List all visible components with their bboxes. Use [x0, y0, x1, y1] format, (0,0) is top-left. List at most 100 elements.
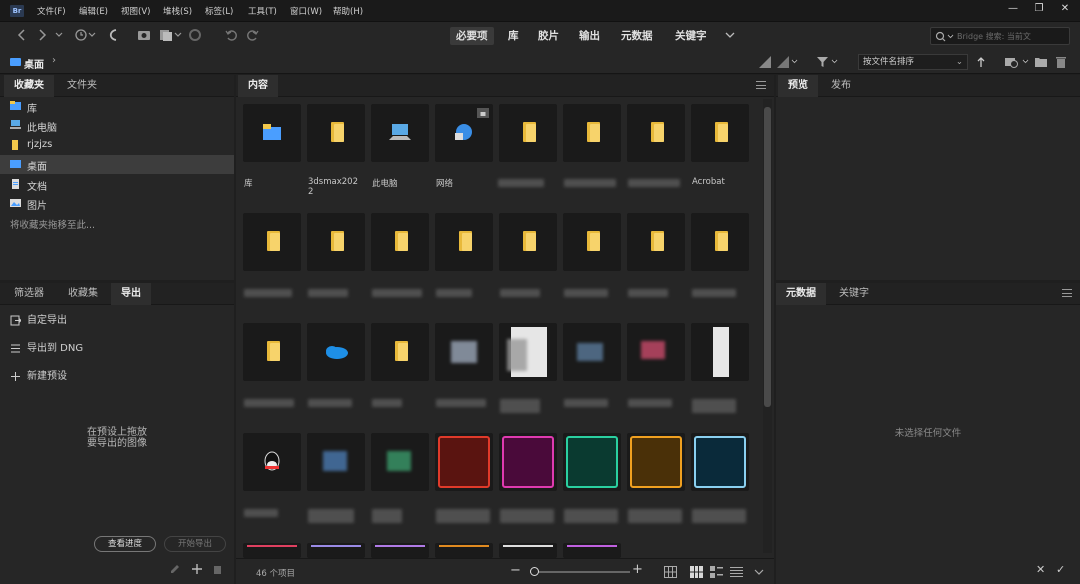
tab-export[interactable]: 导出	[111, 283, 151, 305]
photo-downloader-icon[interactable]	[188, 28, 202, 42]
tab-keywords[interactable]: 关键字	[829, 283, 879, 305]
thumbnail-partial[interactable]	[307, 543, 365, 558]
tab-collections[interactable]: 收藏集	[58, 283, 108, 305]
tab-folders[interactable]: 文件夹	[57, 75, 107, 97]
start-export-button[interactable]: 开始导出	[164, 536, 226, 552]
thumbnail-folder[interactable]	[627, 213, 685, 271]
details-view-icon[interactable]	[710, 566, 723, 578]
thumbnail-folder[interactable]	[307, 213, 365, 271]
workspace-metadata[interactable]: 元数据	[615, 27, 659, 45]
thumbnail-document[interactable]	[691, 323, 749, 381]
thumbnail-app[interactable]	[435, 433, 493, 491]
thumbnail-folder[interactable]	[499, 104, 557, 162]
favorite-item-library[interactable]: 库	[0, 97, 234, 116]
camera-download-icon[interactable]	[136, 28, 152, 42]
thumbnail-folder[interactable]	[627, 104, 685, 162]
favorite-item-pictures[interactable]: 图片	[0, 194, 234, 213]
thumbnail-partial[interactable]	[371, 543, 429, 558]
chevron-down-icon[interactable]	[54, 28, 64, 42]
tab-publish[interactable]: 发布	[821, 75, 861, 97]
history-icon[interactable]	[74, 28, 96, 42]
menu-window[interactable]: 窗口(W)	[290, 5, 322, 17]
back-arrow-icon[interactable]	[16, 28, 28, 42]
thumbnail-network[interactable]	[435, 104, 493, 162]
thumbnail-app[interactable]	[499, 433, 557, 491]
thumbnail-view-icon[interactable]	[690, 566, 703, 578]
sort-ascending-icon[interactable]	[976, 55, 986, 69]
forward-arrow-icon[interactable]	[36, 28, 48, 42]
thumbnail-image[interactable]	[435, 323, 493, 381]
thumbnail-partial[interactable]	[243, 543, 301, 558]
thumbnail-app[interactable]	[627, 433, 685, 491]
menu-label[interactable]: 标签(L)	[205, 5, 233, 17]
close-window-button[interactable]: ✕	[1052, 0, 1078, 18]
rotate-left-icon[interactable]	[224, 28, 238, 42]
add-icon[interactable]	[192, 564, 202, 574]
restore-button[interactable]: ❐	[1026, 0, 1052, 18]
thumbnail-this-pc[interactable]	[371, 104, 429, 162]
thumbnail-folder[interactable]	[563, 213, 621, 271]
boomerang-icon[interactable]	[106, 28, 120, 42]
workspace-libraries[interactable]: 库	[502, 27, 525, 45]
thumbnail-folder[interactable]	[435, 213, 493, 271]
new-folder-icon[interactable]	[1034, 55, 1048, 69]
thumbnail-folder[interactable]	[243, 323, 301, 381]
thumbnail-partial[interactable]	[499, 543, 557, 558]
breadcrumb[interactable]: 桌面	[24, 56, 44, 71]
tab-filter[interactable]: 筛选器	[4, 283, 54, 305]
thumbnail-image[interactable]	[563, 323, 621, 381]
thumbnail-app[interactable]	[307, 433, 365, 491]
zoom-slider[interactable]	[530, 567, 630, 576]
menu-tools[interactable]: 工具(T)	[248, 5, 277, 17]
thumbnail-folder[interactable]	[307, 104, 365, 162]
list-view-icon[interactable]	[730, 566, 743, 578]
favorite-item-documents[interactable]: 文档	[0, 175, 234, 194]
content-scrollbar[interactable]	[763, 99, 772, 553]
favorite-item-this-pc[interactable]: 此电脑	[0, 116, 234, 135]
menu-stack[interactable]: 堆栈(S)	[163, 5, 192, 17]
thumbnail-folder[interactable]	[691, 213, 749, 271]
rotate-right-icon[interactable]	[246, 28, 260, 42]
tab-preview[interactable]: 预览	[778, 75, 818, 97]
recent-files-icon[interactable]	[1004, 55, 1030, 69]
panel-menu-icon[interactable]	[1062, 289, 1072, 297]
chevron-down-icon[interactable]	[754, 567, 764, 577]
favorite-item-rjzjzs[interactable]: rjzjzs	[0, 136, 234, 155]
thumbnail-partial[interactable]	[563, 543, 621, 558]
zoom-out-icon[interactable]: −	[510, 563, 521, 578]
thumbnail-app[interactable]	[563, 433, 621, 491]
scrollbar-thumb[interactable]	[764, 107, 771, 407]
breadcrumb-chevron-icon[interactable]: ›	[52, 55, 56, 66]
favorite-item-desktop[interactable]: 桌面	[0, 155, 234, 174]
thumbnail-folder[interactable]	[499, 213, 557, 271]
workspace-output[interactable]: 输出	[573, 27, 606, 45]
zoom-in-icon[interactable]: +	[632, 562, 643, 577]
zoom-slider-thumb[interactable]	[530, 567, 539, 576]
thumbnail-onedrive[interactable]	[307, 323, 365, 381]
thumbnail-app[interactable]	[371, 433, 429, 491]
filter-icon[interactable]	[816, 55, 840, 69]
thumbnail-folder[interactable]	[371, 323, 429, 381]
minimize-button[interactable]: —	[1000, 0, 1026, 18]
thumbnail-quality-icon[interactable]	[776, 55, 798, 69]
tab-metadata[interactable]: 元数据	[776, 283, 826, 305]
search-input[interactable]: Bridge 搜索: 当前文	[930, 27, 1070, 45]
apply-icon[interactable]: ✓	[1056, 563, 1065, 576]
quality-icon[interactable]	[758, 55, 772, 69]
delete-icon[interactable]	[213, 564, 222, 574]
export-item-dng[interactable]: 导出到 DNG	[10, 339, 83, 354]
edit-icon[interactable]	[170, 564, 180, 574]
panel-menu-icon[interactable]	[756, 81, 766, 89]
workspace-essentials[interactable]: 必要项	[450, 27, 494, 45]
refine-icon[interactable]	[158, 28, 182, 42]
thumbnail-folder[interactable]	[243, 213, 301, 271]
menu-view[interactable]: 视图(V)	[121, 5, 150, 17]
sort-select[interactable]: 按文件名排序 ⌄	[858, 54, 968, 70]
workspace-keywords[interactable]: 关键字	[669, 27, 713, 45]
grid-lock-icon[interactable]	[664, 566, 677, 578]
thumbnail-folder[interactable]	[691, 104, 749, 162]
workspace-filmstrip[interactable]: 胶片	[532, 27, 565, 45]
thumbnail-folder[interactable]	[371, 213, 429, 271]
thumbnail-document[interactable]	[499, 323, 557, 381]
thumbnail-library[interactable]	[243, 104, 301, 162]
